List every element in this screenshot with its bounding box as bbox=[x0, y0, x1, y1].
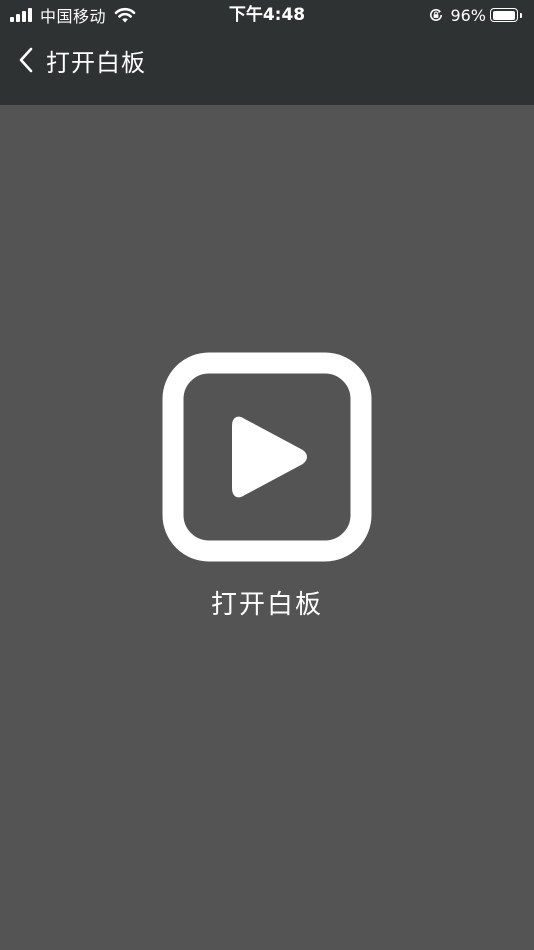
battery-tip bbox=[520, 12, 522, 18]
open-whiteboard-label: 打开白板 bbox=[210, 590, 323, 620]
status-right: 96% bbox=[429, 4, 522, 26]
top-bar: 中国移动 下午4:48 96% 打开白板 bbox=[0, 0, 534, 105]
status-bar: 中国移动 下午4:48 96% bbox=[0, 0, 534, 30]
open-whiteboard-button[interactable]: 打开白板 bbox=[162, 352, 372, 628]
back-button[interactable]: 打开白板 bbox=[18, 40, 146, 80]
play-icon bbox=[162, 352, 372, 562]
chevron-left-icon bbox=[19, 47, 33, 73]
page-title: 打开白板 bbox=[46, 48, 146, 77]
battery-icon bbox=[490, 8, 518, 22]
orientation-lock-icon bbox=[430, 8, 443, 21]
battery-fill bbox=[492, 10, 515, 20]
battery-percent: 96% bbox=[450, 5, 486, 25]
nav-bar: 打开白板 bbox=[0, 30, 534, 105]
